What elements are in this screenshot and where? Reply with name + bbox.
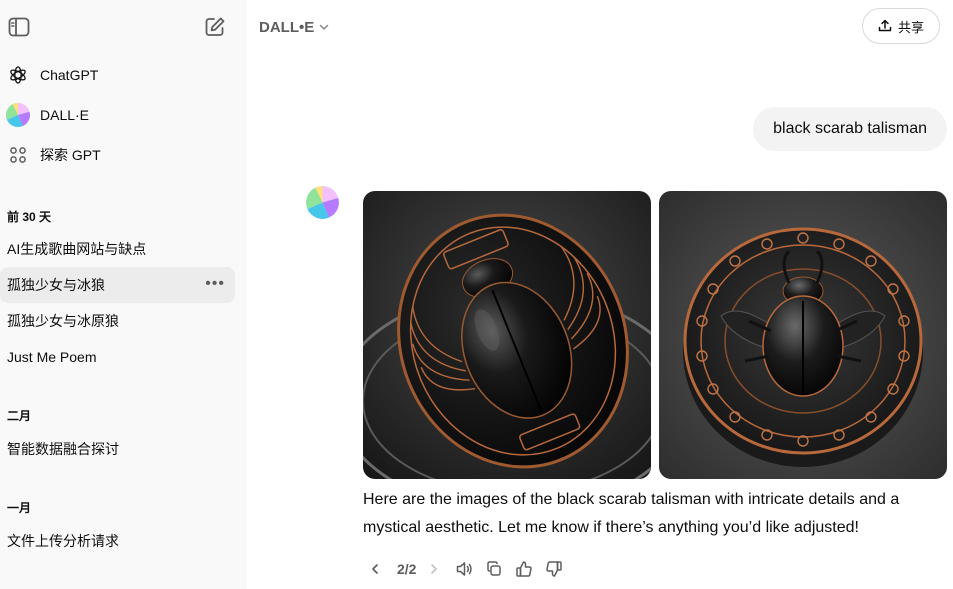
more-options-icon[interactable]: ••• bbox=[205, 276, 225, 292]
chat-main: DALL•E 共享 black scarab talisman Here are… bbox=[247, 0, 953, 589]
copy-icon[interactable] bbox=[482, 557, 506, 581]
chevron-right-icon[interactable] bbox=[422, 557, 446, 581]
nav-dalle[interactable]: DALL·E bbox=[6, 98, 234, 132]
user-message: black scarab talisman bbox=[753, 107, 947, 151]
chevron-left-icon[interactable] bbox=[363, 557, 387, 581]
thumbs-up-icon[interactable] bbox=[512, 557, 536, 581]
read-aloud-icon[interactable] bbox=[452, 557, 476, 581]
generated-image-2[interactable] bbox=[659, 191, 947, 479]
grid-dots-icon bbox=[6, 143, 30, 167]
section-title-february: 二月 bbox=[7, 409, 32, 423]
nav-label: DALL·E bbox=[40, 107, 90, 123]
model-name: DALL•E bbox=[259, 18, 315, 36]
nav-explore-gpt[interactable]: 探索 GPT bbox=[6, 138, 234, 172]
new-chat-icon[interactable] bbox=[201, 13, 229, 41]
message-actions: 2/2 bbox=[363, 557, 572, 581]
generated-image-1[interactable] bbox=[363, 191, 651, 479]
history-item[interactable]: 孤独少女与冰原狼 bbox=[0, 303, 235, 339]
nav-label: 探索 GPT bbox=[40, 147, 101, 163]
toggle-sidebar-icon[interactable] bbox=[5, 13, 33, 41]
response-pager: 2/2 bbox=[397, 561, 417, 577]
chevron-down-icon bbox=[320, 24, 329, 31]
section-title-30days: 前 30 天 bbox=[7, 210, 52, 224]
dalle-avatar-icon bbox=[6, 103, 30, 127]
nav-label: ChatGPT bbox=[40, 67, 99, 83]
history-item[interactable]: Just Me Poem bbox=[0, 339, 235, 375]
history-item[interactable]: AI生成歌曲网站与缺点 bbox=[0, 231, 235, 267]
openai-logo-icon bbox=[6, 63, 30, 87]
nav-chatgpt[interactable]: ChatGPT bbox=[6, 58, 234, 92]
assistant-message: Here are the images of the black scarab … bbox=[363, 491, 900, 536]
section-title-january: 一月 bbox=[7, 501, 32, 515]
share-button[interactable]: 共享 bbox=[862, 8, 940, 44]
dalle-avatar-icon bbox=[306, 186, 339, 219]
history-item[interactable]: 文件上传分析请求 bbox=[0, 523, 235, 559]
thumbs-down-icon[interactable] bbox=[542, 557, 566, 581]
upload-icon bbox=[878, 19, 892, 32]
model-selector[interactable]: DALL•E bbox=[259, 16, 330, 38]
history-item[interactable]: 智能数据融合探讨 bbox=[0, 431, 235, 467]
sidebar: ChatGPT DALL·E 探索 GPT 前 30 天 AI生成歌曲网站与缺点… bbox=[0, 0, 247, 589]
history-item-active[interactable]: 孤独少女与冰狼 ••• bbox=[0, 267, 235, 303]
